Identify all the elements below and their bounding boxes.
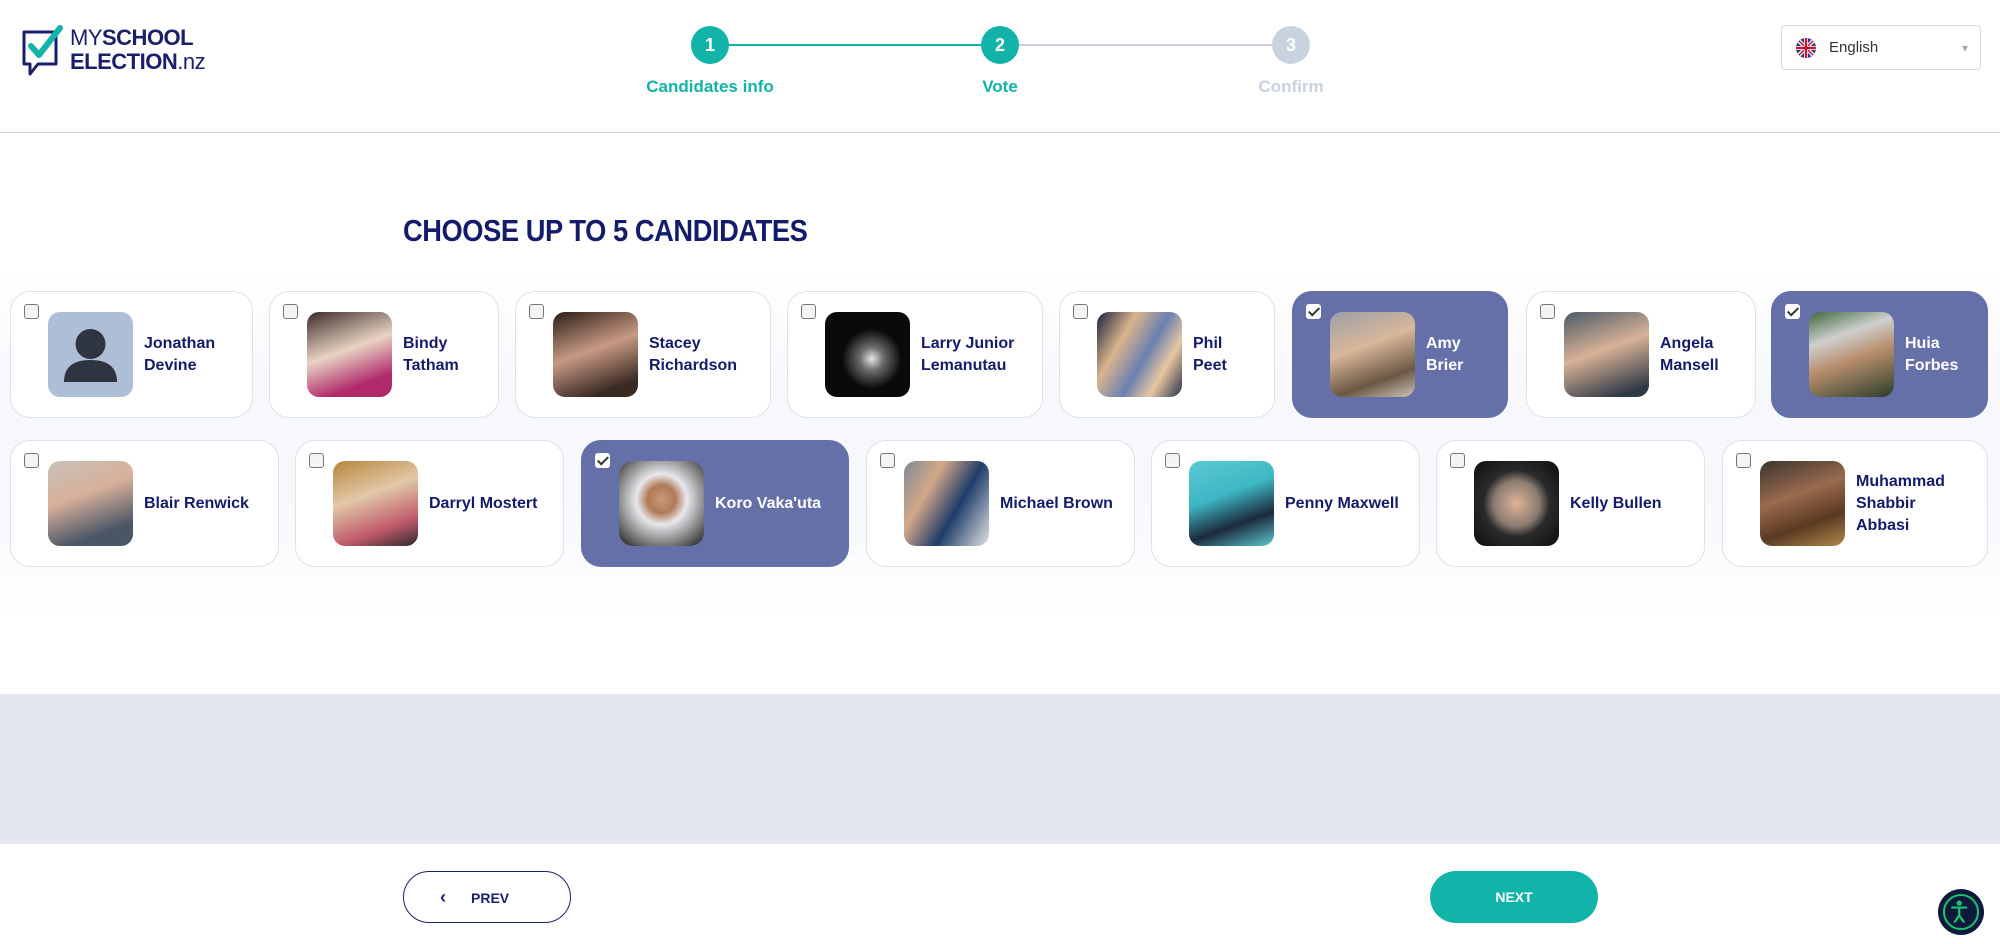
step-confirm[interactable]: 3 Confirm bbox=[1191, 26, 1391, 97]
candidate-checkbox[interactable] bbox=[283, 304, 298, 319]
language-select[interactable]: English ▾ bbox=[1781, 25, 1981, 70]
step-candidates-info[interactable]: 1 Candidates info bbox=[610, 26, 810, 97]
candidate-checkbox[interactable] bbox=[1165, 453, 1180, 468]
candidate-card[interactable]: Muhammad Shabbir Abbasi bbox=[1722, 440, 1988, 567]
candidate-photo bbox=[1097, 312, 1182, 397]
candidate-photo bbox=[619, 461, 704, 546]
candidate-card[interactable]: Larry Junior Lemanutau bbox=[787, 291, 1043, 418]
candidate-card[interactable]: Blair Renwick bbox=[10, 440, 279, 567]
candidate-card[interactable]: Penny Maxwell bbox=[1151, 440, 1420, 567]
candidate-photo bbox=[825, 312, 910, 397]
candidate-card[interactable]: Darryl Mostert bbox=[295, 440, 564, 567]
candidate-name: Phil Peet bbox=[1193, 334, 1227, 374]
candidate-photo bbox=[1330, 312, 1415, 397]
page-title: CHOOSE UP TO 5 CANDIDATES bbox=[403, 213, 808, 248]
candidate-name: Jonathan Devine bbox=[144, 334, 216, 374]
candidate-checkbox[interactable] bbox=[309, 453, 324, 468]
candidate-name: Blair Renwick bbox=[144, 494, 249, 512]
step-number: 2 bbox=[981, 26, 1019, 64]
candidate-card[interactable]: Stacey Richardson bbox=[515, 291, 771, 418]
candidate-photo bbox=[1809, 312, 1894, 397]
footer-band bbox=[0, 694, 2000, 844]
candidate-checkbox-checked[interactable] bbox=[1306, 304, 1321, 319]
candidate-name: Darryl Mostert bbox=[429, 494, 538, 512]
candidate-name: Huia Forbes bbox=[1905, 334, 1959, 374]
candidate-photo bbox=[553, 312, 638, 397]
candidate-name: Kelly Bullen bbox=[1570, 494, 1662, 512]
candidate-name: Michael Brown bbox=[1000, 494, 1113, 512]
candidate-photo bbox=[1760, 461, 1845, 546]
candidate-list: Jonathan Devine Bindy Tatham Stacey Richard… bbox=[0, 270, 2000, 620]
candidate-card-selected[interactable]: Amy Brier bbox=[1292, 291, 1508, 418]
candidate-checkbox[interactable] bbox=[24, 453, 39, 468]
step-label: Vote bbox=[982, 77, 1018, 96]
candidate-card[interactable]: Phil Peet bbox=[1059, 291, 1275, 418]
candidate-name: Koro Vaka'uta bbox=[715, 494, 822, 512]
candidate-photo bbox=[904, 461, 989, 546]
chevron-down-icon: ▾ bbox=[1961, 41, 1968, 55]
candidate-name: Bindy Tatham bbox=[403, 334, 459, 374]
candidate-photo bbox=[1189, 461, 1274, 546]
candidate-card[interactable]: Jonathan Devine bbox=[10, 291, 253, 418]
candidate-checkbox[interactable] bbox=[880, 453, 895, 468]
candidate-checkbox[interactable] bbox=[24, 304, 39, 319]
candidate-card-selected[interactable]: Koro Vaka'uta bbox=[581, 440, 849, 567]
candidate-checkbox[interactable] bbox=[1073, 304, 1088, 319]
step-number: 3 bbox=[1272, 26, 1310, 64]
candidate-checkbox[interactable] bbox=[1540, 304, 1555, 319]
prev-label: PREV bbox=[471, 890, 510, 906]
candidate-photo bbox=[1474, 461, 1559, 546]
candidate-card[interactable]: Angela Mansell bbox=[1526, 291, 1756, 418]
candidate-photo bbox=[48, 461, 133, 546]
candidate-checkbox-checked[interactable] bbox=[595, 453, 610, 468]
candidate-name: Larry Junior Lemanutau bbox=[921, 334, 1015, 374]
next-button[interactable]: NEXT bbox=[1430, 871, 1598, 923]
candidate-card[interactable]: Michael Brown bbox=[866, 440, 1135, 567]
candidate-card[interactable]: Kelly Bullen bbox=[1436, 440, 1705, 567]
candidate-checkbox[interactable] bbox=[801, 304, 816, 319]
progress-stepper: 1 Candidates info 2 Vote 3 Confirm bbox=[0, 0, 2000, 133]
site-header: MYSCHOOL ELECTION.nz 1 Candidates info 2… bbox=[0, 0, 2000, 133]
prev-button[interactable]: ‹ PREV bbox=[403, 871, 571, 923]
candidate-card[interactable]: Bindy Tatham bbox=[269, 291, 499, 418]
accessibility-icon bbox=[1943, 894, 1979, 930]
candidate-name: Angela Mansell bbox=[1660, 334, 1719, 374]
candidate-checkbox[interactable] bbox=[1450, 453, 1465, 468]
candidate-checkbox[interactable] bbox=[1736, 453, 1751, 468]
candidate-photo bbox=[307, 312, 392, 397]
candidate-name: Amy Brier bbox=[1426, 334, 1464, 374]
step-vote[interactable]: 2 Vote bbox=[900, 26, 1100, 97]
chevron-left-icon: ‹ bbox=[440, 887, 446, 907]
candidate-name: Stacey Richardson bbox=[649, 334, 738, 374]
candidate-name: Penny Maxwell bbox=[1285, 494, 1399, 512]
step-label: Candidates info bbox=[646, 77, 774, 96]
candidate-photo bbox=[1564, 312, 1649, 397]
candidate-checkbox-checked[interactable] bbox=[1785, 304, 1800, 319]
avatar-placeholder-icon bbox=[48, 312, 133, 397]
candidate-checkbox[interactable] bbox=[529, 304, 544, 319]
uk-flag-icon bbox=[1796, 38, 1816, 58]
language-label: English bbox=[1829, 39, 1879, 56]
candidate-name: Muhammad Shabbir Abbasi bbox=[1856, 472, 1945, 534]
candidate-card-selected[interactable]: Huia Forbes bbox=[1771, 291, 1988, 418]
step-number: 1 bbox=[691, 26, 729, 64]
accessibility-button[interactable] bbox=[1938, 889, 1984, 935]
candidate-photo bbox=[333, 461, 418, 546]
step-label: Confirm bbox=[1258, 77, 1324, 96]
